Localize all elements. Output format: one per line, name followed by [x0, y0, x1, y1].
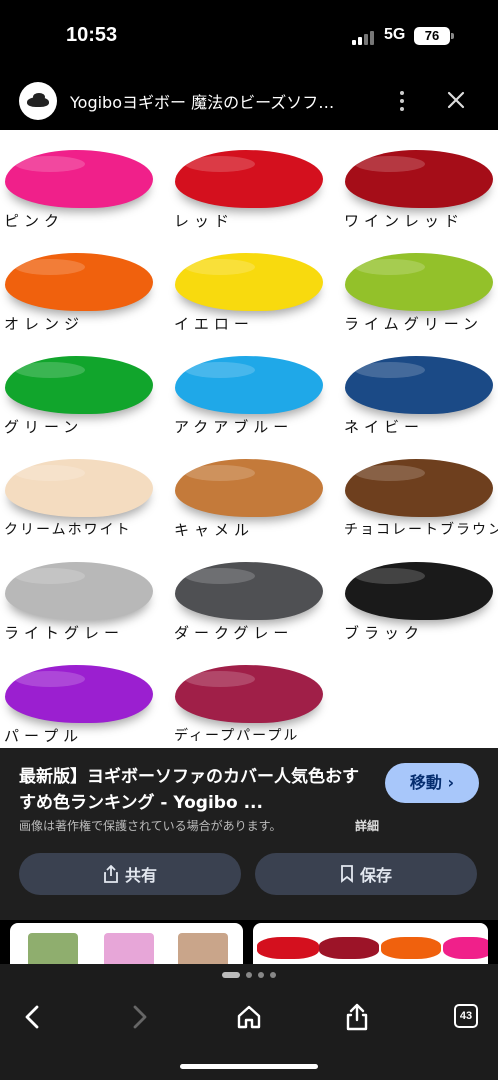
color-label: ブラック [344, 624, 425, 642]
color-label: ダークグレー [174, 624, 294, 642]
signal-icon [352, 31, 376, 45]
pillow-thumb [381, 937, 441, 959]
color-label: アクアブルー [174, 418, 294, 436]
save-button[interactable]: 保存 [255, 853, 477, 895]
pillow-swatch [345, 459, 493, 517]
pillow-thumb [443, 937, 488, 959]
color-swatch-tile: ライトグレー [0, 550, 166, 653]
pillow-swatch [175, 665, 323, 723]
pillow-swatch [5, 253, 153, 311]
pillow-swatch [175, 459, 323, 517]
pillow-swatch [345, 356, 493, 414]
share-icon [104, 865, 118, 883]
pillow-swatch [175, 253, 323, 311]
color-swatch-tile: ネイビー [340, 344, 498, 447]
network-type: 5G [384, 26, 406, 43]
color-label: クリームホワイト [4, 522, 132, 538]
home-icon[interactable] [234, 1002, 264, 1032]
back-icon[interactable] [18, 1002, 48, 1032]
color-swatch-tile: ピンク [0, 138, 166, 241]
image-caption-panel: 最新版】ヨギボーソファのカバー人気色おすすめ色ランキング - Yogibo ..… [0, 748, 498, 920]
source-title[interactable]: Yogiboヨギボー 魔法のビーズソフ… [70, 89, 380, 113]
color-label: ワインレッド [344, 212, 465, 230]
home-indicator [180, 1064, 318, 1069]
status-bar: 10:53 5G 76 [0, 0, 498, 72]
pillow-swatch [5, 562, 153, 620]
pillow-swatch [345, 253, 493, 311]
related-image-1[interactable] [10, 923, 243, 964]
color-label: ライトグレー [4, 624, 125, 642]
details-link[interactable]: 詳細 [355, 817, 379, 834]
pillow-swatch [5, 356, 153, 414]
pillow-swatch [175, 356, 323, 414]
tab-count-button[interactable]: 43 [454, 1004, 478, 1028]
pillow-swatch [5, 459, 153, 517]
color-label: イエロー [174, 315, 254, 333]
color-label: ネイビー [344, 418, 425, 436]
share-page-icon[interactable] [342, 1002, 372, 1032]
result-title[interactable]: 最新版】ヨギボーソファのカバー人気色おすすめ色ランキング - Yogibo ..… [19, 764, 364, 816]
status-time: 10:53 [66, 24, 118, 46]
pillow-thumb [319, 937, 379, 959]
pillow-thumb [257, 937, 319, 959]
color-swatch-tile: イエロー [170, 241, 336, 344]
color-swatch-tile: ディープパープル [170, 653, 336, 748]
save-label: 保存 [359, 866, 392, 885]
color-swatch-tile: ライムグリーン [340, 241, 498, 344]
color-swatch-tile: アクアブルー [170, 344, 336, 447]
share-label: 共有 [124, 866, 157, 885]
color-label: レッド [174, 212, 235, 230]
color-label: キャメル [174, 521, 255, 539]
forward-icon[interactable] [124, 1002, 154, 1032]
color-swatch-tile: キャメル [170, 447, 336, 550]
pillow-swatch [345, 150, 493, 208]
pillow-thumb [104, 933, 154, 964]
color-swatch-tile: クリームホワイト [0, 447, 166, 550]
close-icon[interactable] [444, 88, 468, 112]
pillow-thumb [178, 933, 228, 964]
visit-button[interactable]: 移動 › [385, 763, 479, 803]
color-label: ディープパープル [174, 728, 300, 744]
bookmark-icon [341, 865, 353, 883]
color-swatch-tile: ダークグレー [170, 550, 336, 653]
share-button[interactable]: 共有 [19, 853, 241, 895]
site-favicon[interactable] [19, 82, 57, 120]
browser-toolbar: 43 [0, 964, 498, 1080]
pillow-swatch [175, 562, 323, 620]
color-label: オレンジ [4, 315, 85, 333]
color-swatch-tile: ワインレッド [340, 138, 498, 241]
color-label: パープル [4, 727, 84, 745]
preview-image[interactable]: ピンク レッド ワインレッドオレンジ イエロー ライムグリーングリーン アクアブルー ネイビ… [0, 130, 498, 748]
related-images [0, 920, 498, 964]
color-swatch-tile: チョコレートブラウン [340, 447, 498, 550]
image-viewer-header: Yogiboヨギボー 魔法のビーズソフ… [0, 72, 498, 130]
pillow-thumb [28, 933, 78, 964]
related-image-2[interactable] [253, 923, 488, 964]
color-swatch-tile: グリーン [0, 344, 166, 447]
chevron-right-icon: › [447, 773, 455, 792]
battery-icon: 76 [414, 27, 454, 45]
copyright-notice: 画像は著作権で保護されている場合があります。 [19, 819, 282, 833]
more-options-icon[interactable] [392, 88, 412, 114]
color-label: ライムグリーン [344, 315, 483, 333]
color-label: チョコレートブラウン [344, 522, 498, 538]
pillow-swatch [175, 150, 323, 208]
color-swatch-tile: ブラック [340, 550, 498, 653]
color-label: ピンク [4, 212, 65, 230]
color-swatch-tile: オレンジ [0, 241, 166, 344]
pillow-swatch [5, 665, 153, 723]
color-label: グリーン [4, 418, 84, 436]
visit-label: 移動 [409, 773, 442, 792]
pillow-swatch [345, 562, 493, 620]
color-swatch-tile: パープル [0, 653, 166, 748]
color-swatch-tile: レッド [170, 138, 336, 241]
pillow-swatch [5, 150, 153, 208]
